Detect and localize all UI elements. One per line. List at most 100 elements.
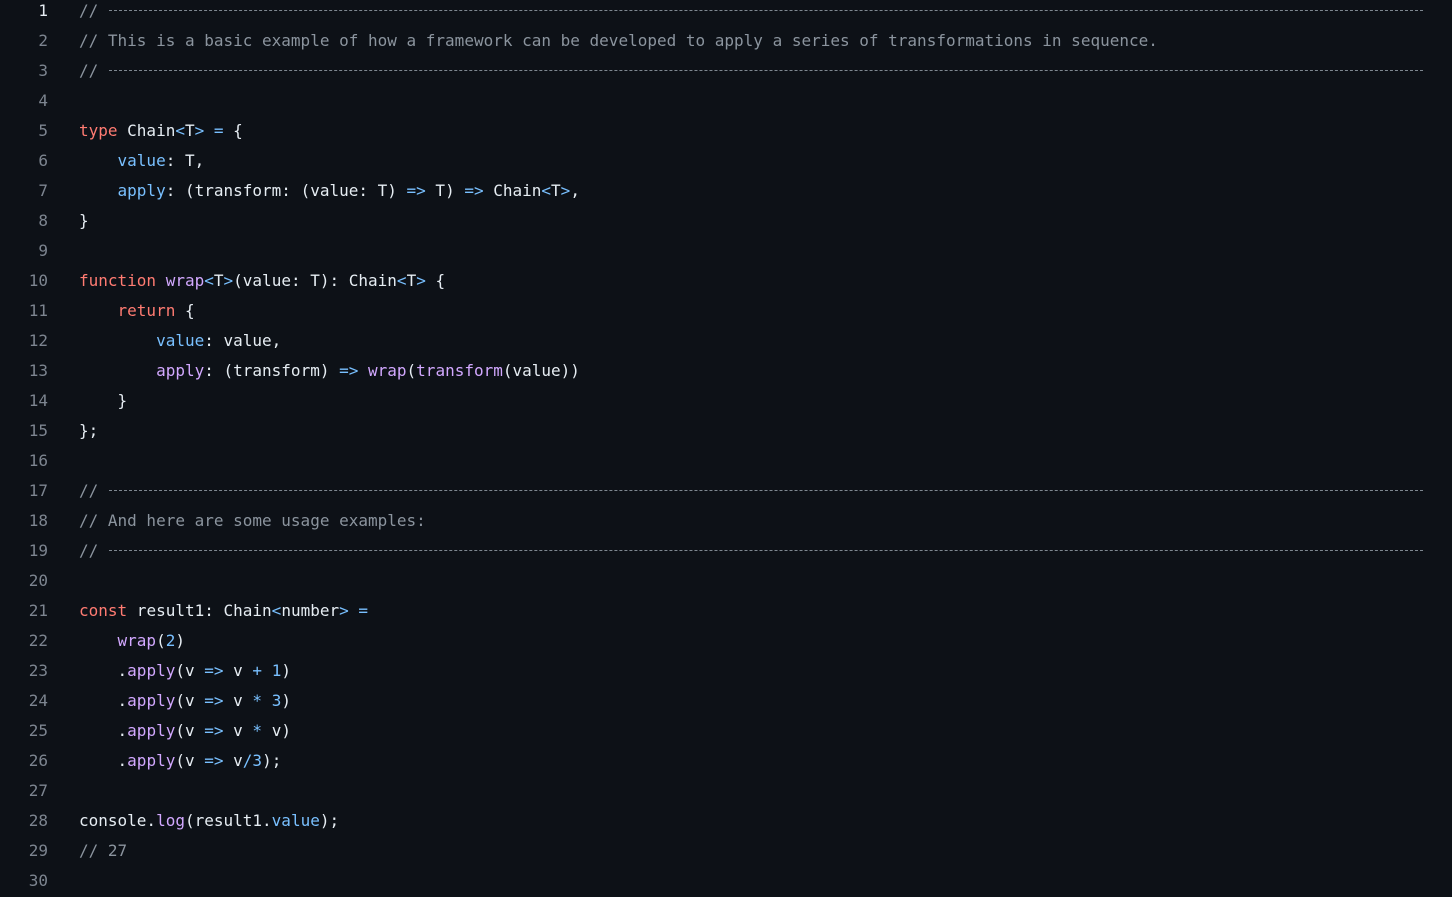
code-token: apply: [117, 181, 166, 200]
code-token: ): [281, 691, 291, 710]
code-token: (result1.: [184, 811, 272, 830]
code-token: number: [281, 601, 340, 620]
code-token: >: [223, 271, 234, 290]
code-token: Chain: [483, 181, 542, 200]
line-number: 12: [28, 331, 48, 350]
code-token: //: [79, 1, 108, 20]
code-line[interactable]: 11 return {: [0, 296, 1452, 326]
code-token: (value: T): Chain: [233, 271, 397, 290]
code-line[interactable]: 7 apply: (transform: (value: T) => T) =>…: [0, 176, 1452, 206]
code-line[interactable]: 25 .apply(v => v * v): [0, 716, 1452, 746]
line-number: 10: [28, 271, 48, 290]
code-line[interactable]: 30: [0, 866, 1452, 896]
code-token: // This is a basic example of how a fram…: [79, 31, 1158, 50]
code-token: =: [348, 601, 369, 620]
code-token: : value,: [204, 331, 282, 350]
code-line[interactable]: 4: [0, 86, 1452, 116]
code-token: //: [79, 481, 108, 500]
code-token: .: [79, 691, 128, 710]
code-token: // 27: [79, 841, 128, 860]
code-token: : T,: [165, 151, 205, 170]
code-line[interactable]: 21 const result1: Chain<number> =: [0, 596, 1452, 626]
code-token: {: [425, 271, 446, 290]
code-token: );: [319, 811, 340, 830]
code-editor[interactable]: 1 // 2 // This is a basic example of how a…: [0, 0, 1452, 897]
code-line[interactable]: 14 }: [0, 386, 1452, 416]
code-line[interactable]: 5 type Chain<T> = {: [0, 116, 1452, 146]
code-token: ): [175, 631, 185, 650]
code-token: v: [223, 661, 253, 680]
code-token: v): [262, 721, 291, 740]
code-token: log: [156, 811, 185, 830]
code-line[interactable]: 23 .apply(v => v + 1): [0, 656, 1452, 686]
code-line[interactable]: 10 function wrap<T>(value: T): Chain<T> {: [0, 266, 1452, 296]
code-token: =>: [339, 361, 359, 380]
code-token: (: [156, 631, 166, 650]
code-token: <: [396, 271, 407, 290]
code-text: apply: (transform) => wrap(transform(val…: [79, 356, 580, 386]
code-token: apply: [127, 721, 176, 740]
code-line[interactable]: 20: [0, 566, 1452, 596]
code-text: // 27: [79, 836, 127, 866]
comment-divider: [109, 70, 1423, 71]
code-text: .apply(v => v/3);: [79, 746, 282, 776]
line-number: 30: [28, 871, 48, 890]
comment-divider: [109, 550, 1423, 551]
code-token: value: [156, 331, 205, 350]
code-token: ): [281, 661, 291, 680]
code-line[interactable]: 1 //: [0, 0, 1452, 26]
code-line[interactable]: 28 console.log(result1.value);: [0, 806, 1452, 836]
line-number: 24: [28, 691, 48, 710]
code-line[interactable]: 26 .apply(v => v/3);: [0, 746, 1452, 776]
code-text: value: T,: [79, 146, 205, 176]
code-line[interactable]: 29 // 27: [0, 836, 1452, 866]
code-line[interactable]: 3 //: [0, 56, 1452, 86]
code-token: 3: [252, 751, 263, 770]
code-line[interactable]: 9: [0, 236, 1452, 266]
line-number: 11: [28, 301, 48, 320]
code-token: (: [406, 361, 417, 380]
code-line[interactable]: 18 // And here are some usage examples:: [0, 506, 1452, 536]
code-line[interactable]: 17 //: [0, 476, 1452, 506]
line-number: 2: [38, 31, 48, 50]
code-line[interactable]: 13 apply: (transform) => wrap(transform(…: [0, 356, 1452, 386]
code-line[interactable]: 22 wrap(2): [0, 626, 1452, 656]
code-token: transform: [416, 361, 503, 380]
code-token: value: [271, 811, 320, 830]
code-line[interactable]: 8}: [0, 206, 1452, 236]
code-token: v: [223, 721, 253, 740]
code-token: >: [560, 181, 571, 200]
code-line[interactable]: 27: [0, 776, 1452, 806]
line-number: 29: [28, 841, 48, 860]
line-number: 20: [28, 571, 48, 590]
code-line[interactable]: 12 value: value,: [0, 326, 1452, 356]
code-token: >: [194, 121, 205, 140]
code-token: >: [416, 271, 426, 290]
code-line[interactable]: 6 value: T,: [0, 146, 1452, 176]
code-token: };: [79, 421, 99, 440]
code-token: wrap: [117, 631, 157, 650]
code-line[interactable]: 2 // This is a basic example of how a fra…: [0, 26, 1452, 56]
code-token: //: [79, 61, 108, 80]
code-text: const result1: Chain<number> =: [79, 596, 368, 626]
code-line[interactable]: 15};: [0, 416, 1452, 446]
code-text: // This is a basic example of how a fram…: [79, 26, 1158, 56]
code-token: *: [252, 691, 263, 710]
code-token: 2: [165, 631, 176, 650]
line-number: 26: [28, 751, 48, 770]
code-token: +: [252, 661, 263, 680]
code-line[interactable]: 19 //: [0, 536, 1452, 566]
code-token: .: [79, 661, 128, 680]
code-token: T: [406, 271, 417, 290]
code-line[interactable]: 16: [0, 446, 1452, 476]
code-token: 3: [271, 691, 282, 710]
code-token: type: [79, 121, 118, 140]
code-text: return {: [79, 296, 195, 326]
code-token: (v: [175, 721, 205, 740]
code-line[interactable]: 24 .apply(v => v * 3): [0, 686, 1452, 716]
line-number: 21: [28, 601, 48, 620]
